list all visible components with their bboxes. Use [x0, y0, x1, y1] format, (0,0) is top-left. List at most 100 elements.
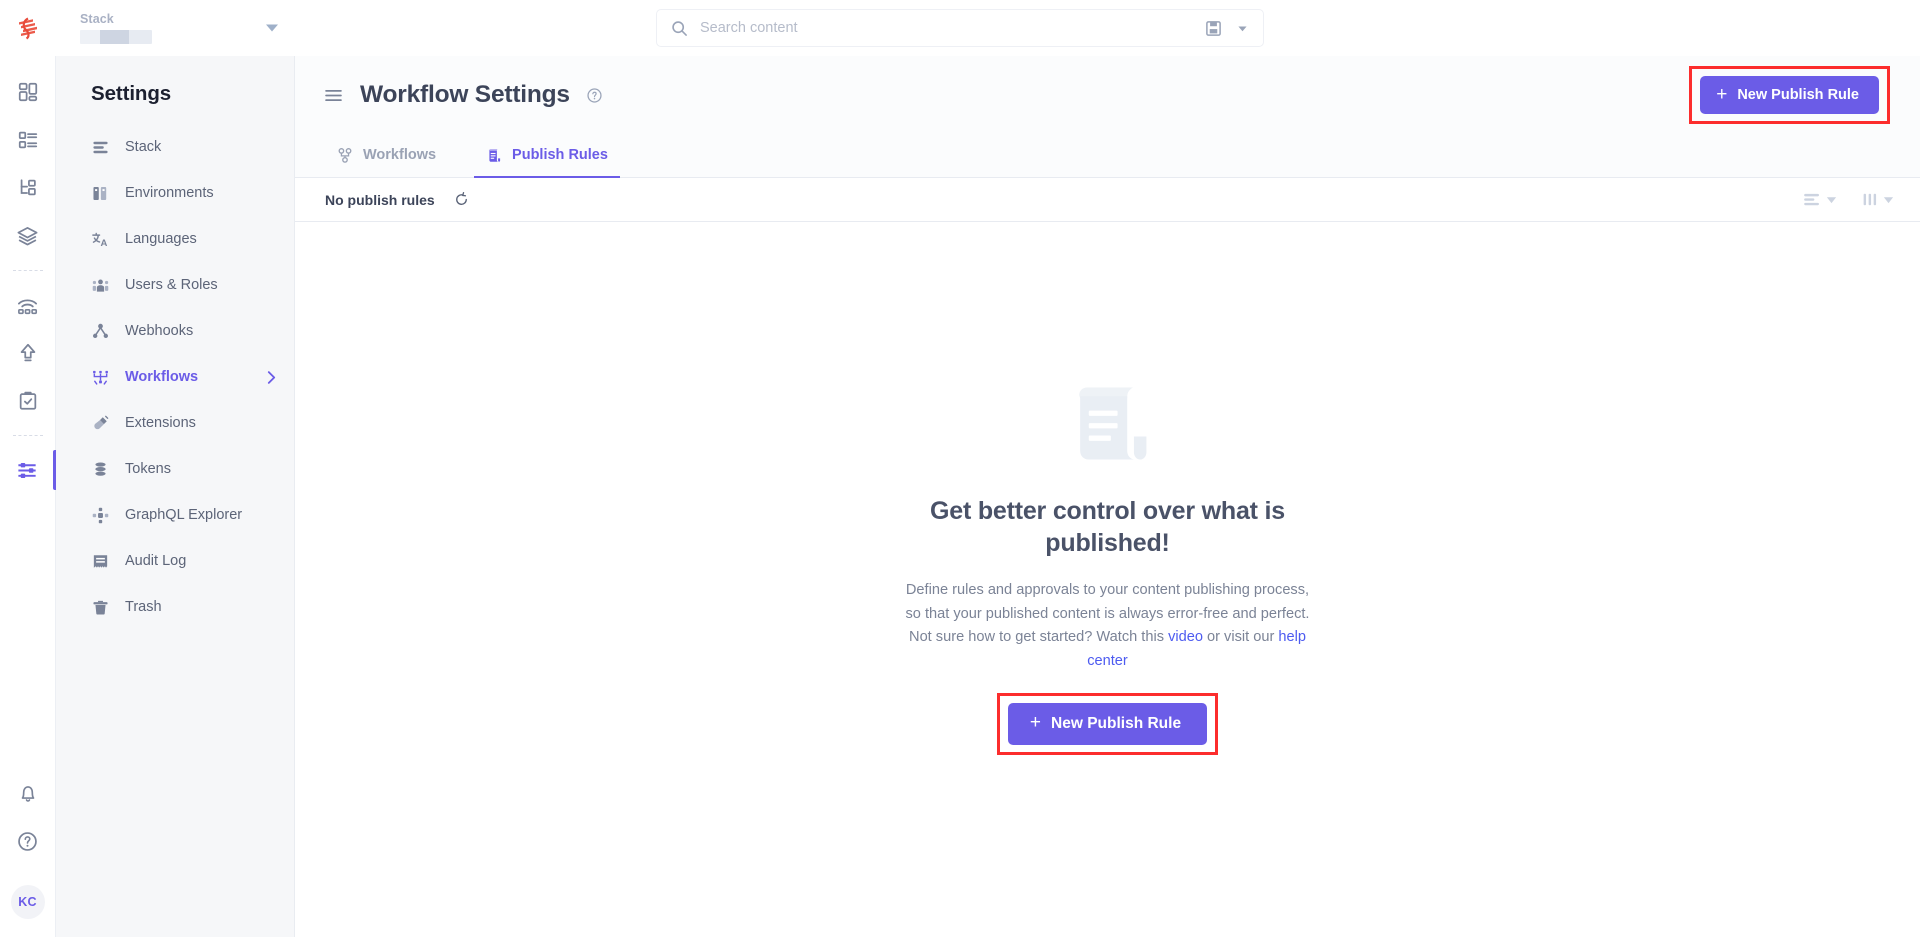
publish-rules-tab-icon — [488, 148, 501, 162]
list-toolbar-right — [1804, 193, 1894, 206]
sidebar-item-webhooks[interactable]: Webhooks — [56, 308, 294, 354]
sidebar-item-label: Webhooks — [125, 323, 194, 339]
new-publish-rule-button-top[interactable]: + New Publish Rule — [1700, 76, 1879, 114]
avatar[interactable]: KC — [10, 885, 45, 919]
sidebar-item-label: Extensions — [125, 415, 196, 431]
workflows-icon — [91, 368, 110, 387]
top-bar: Stack — [0, 0, 1920, 56]
rail-item-entries[interactable] — [0, 116, 56, 164]
rail-item-content-models[interactable] — [0, 164, 56, 212]
empty-state-description: Define rules and approvals to your conte… — [898, 579, 1318, 674]
columns-control[interactable] — [1863, 193, 1894, 206]
webhooks-icon — [91, 322, 110, 341]
sidebar-item-trash[interactable]: Trash — [56, 584, 294, 630]
hamburger-menu-icon[interactable] — [325, 89, 342, 102]
releases-icon — [20, 343, 35, 362]
sidebar-item-extensions[interactable]: Extensions — [56, 400, 294, 446]
new-publish-rule-highlight-top: + New Publish Rule — [1689, 66, 1890, 124]
application-window: Stack Search content KC Settings Stack E… — [0, 0, 1920, 937]
search-icon — [672, 20, 687, 36]
tasks-icon — [19, 391, 36, 410]
tokens-icon — [91, 460, 110, 479]
rail-item-assets[interactable] — [0, 212, 56, 260]
columns-icon — [1863, 193, 1877, 206]
extensions-icon — [91, 414, 110, 433]
page-header: Workflow Settings + New Publish Rule — [295, 56, 1920, 134]
chevron-down-icon — [266, 24, 278, 32]
workflows-tab-icon — [338, 147, 352, 163]
publish-rules-count: No publish rules — [325, 191, 435, 208]
new-publish-rule-button-center[interactable]: + New Publish Rule — [1007, 702, 1208, 745]
dashboard-icon — [18, 82, 37, 102]
bell-icon — [21, 786, 34, 802]
empty-state-heading: Get better control over what is publishe… — [930, 497, 1285, 557]
rail-item-releases[interactable] — [0, 329, 56, 377]
tab-publish-rules[interactable]: Publish Rules — [474, 133, 620, 178]
audit-log-icon — [91, 552, 110, 571]
plus-icon: + — [1029, 712, 1042, 734]
sidebar-title: Settings — [91, 82, 172, 105]
sidebar-item-label: Audit Log — [125, 553, 187, 569]
tab-label: Workflows — [363, 147, 437, 163]
rail-item-settings[interactable] — [0, 446, 56, 494]
stack-switcher[interactable]: Stack — [56, 0, 296, 56]
stack-icon — [91, 138, 110, 157]
sidebar-item-graphql-explorer[interactable]: GraphQL Explorer — [56, 492, 294, 538]
rail-item-tasks[interactable] — [0, 377, 56, 425]
primary-icon-rail: KC — [0, 56, 56, 937]
svg-text:A: A — [101, 238, 108, 249]
stack-name-redacted — [80, 30, 152, 44]
stack-switcher-label: Stack — [80, 12, 114, 26]
sidebar-item-label: GraphQL Explorer — [125, 507, 243, 523]
rail-bottom-group: KC — [0, 769, 56, 937]
sidebar-item-tokens[interactable]: Tokens — [56, 446, 294, 492]
sidebar-item-label: Workflows — [125, 369, 199, 385]
save-disk-icon[interactable] — [1205, 20, 1222, 37]
video-link[interactable]: video — [1168, 629, 1203, 645]
graphql-icon — [91, 506, 110, 525]
languages-icon: A — [91, 230, 110, 249]
sidebar-item-label: Users & Roles — [125, 277, 218, 293]
sidebar-item-languages[interactable]: A Languages — [56, 216, 294, 262]
new-publish-rule-highlight-center: + New Publish Rule — [996, 692, 1219, 755]
page-title: Workflow Settings — [360, 81, 570, 108]
publish-rules-empty-state: Get better control over what is publishe… — [295, 222, 1920, 937]
notifications-button[interactable] — [0, 769, 56, 817]
search-input[interactable] — [700, 20, 1205, 36]
environments-icon — [91, 184, 110, 203]
help-circle-icon[interactable] — [586, 87, 603, 104]
settings-sliders-icon — [18, 462, 36, 478]
chevron-down-icon — [1883, 196, 1894, 203]
chevron-down-icon — [1826, 196, 1837, 203]
sort-control[interactable] — [1804, 193, 1837, 206]
rail-item-live-preview[interactable] — [0, 281, 56, 329]
global-search-box[interactable] — [656, 9, 1264, 47]
new-publish-rule-label: New Publish Rule — [1737, 87, 1859, 103]
rail-divider-2 — [12, 435, 43, 436]
sidebar-item-audit-log[interactable]: Audit Log — [56, 538, 294, 584]
rail-divider — [12, 270, 43, 271]
scroll-document-icon — [1078, 387, 1146, 460]
search-tools — [1205, 20, 1253, 37]
sort-lines-icon — [1804, 193, 1819, 206]
plus-icon: + — [1716, 83, 1728, 105]
chevron-down-icon[interactable] — [1236, 22, 1249, 35]
empty-state-cta-wrapper: + New Publish Rule — [996, 692, 1219, 755]
sidebar-item-users-roles[interactable]: Users & Roles — [56, 262, 294, 308]
sidebar-item-label: Environments — [125, 185, 214, 201]
contentstack-logo-icon[interactable] — [0, 0, 56, 56]
new-publish-rule-label: New Publish Rule — [1051, 714, 1182, 732]
help-button[interactable] — [0, 817, 56, 865]
live-preview-icon — [17, 298, 38, 314]
tab-workflows[interactable]: Workflows — [325, 133, 448, 177]
body-row: KC Settings Stack Environments A Languag… — [0, 56, 1920, 937]
refresh-icon[interactable] — [453, 191, 470, 208]
tab-bar: Workflows Publish Rules — [295, 134, 1920, 178]
sidebar-item-stack[interactable]: Stack — [56, 124, 294, 170]
rail-item-dashboard[interactable] — [0, 68, 56, 116]
content-models-icon — [20, 179, 36, 196]
entries-icon — [18, 131, 37, 149]
sidebar-item-environments[interactable]: Environments — [56, 170, 294, 216]
sidebar-item-label: Languages — [125, 231, 197, 247]
sidebar-item-workflows[interactable]: Workflows — [56, 354, 294, 400]
